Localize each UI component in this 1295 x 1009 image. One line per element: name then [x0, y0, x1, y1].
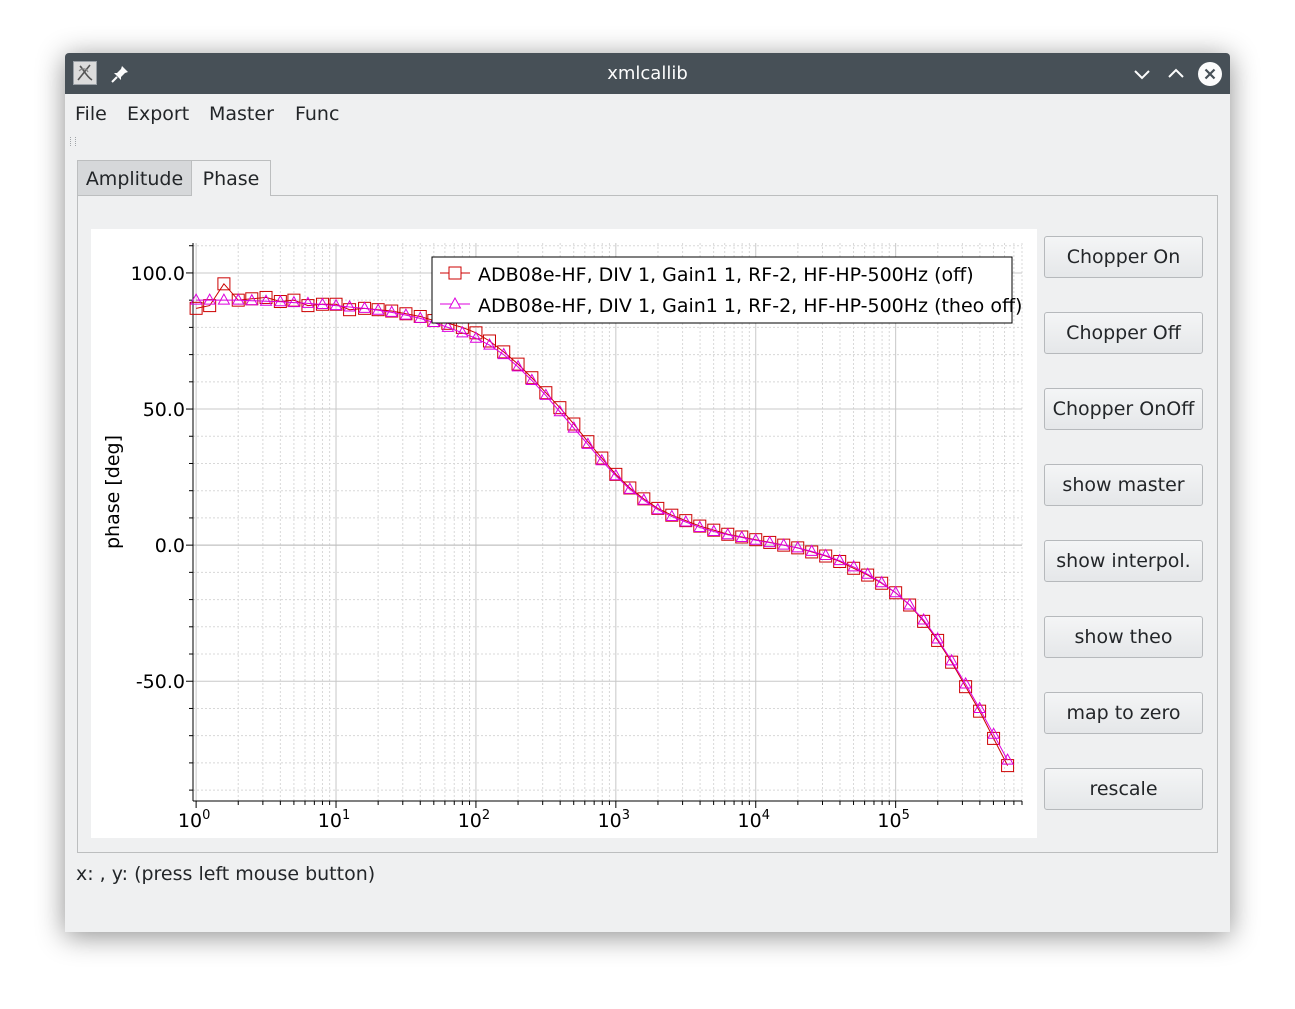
menu-master[interactable]: Master — [209, 94, 274, 134]
y-tick-label: 100.0 — [131, 263, 185, 285]
app-window: xmlcallib File Export Master Func Amplit… — [65, 53, 1230, 932]
phase-plot[interactable]: 100 101 102 103 104 105 100.0 50.0 0.0 -50.0 phas… — [91, 229, 1037, 838]
data-point-triangle — [245, 293, 259, 306]
x-tick-base: 10 — [458, 810, 482, 832]
x-tick-label: 105 — [877, 808, 909, 832]
x-tick-exponent: 5 — [902, 808, 910, 823]
data-point-triangle — [525, 373, 539, 385]
y-tick-label: 0.0 — [155, 535, 185, 557]
menu-bar: File Export Master Func — [65, 94, 1230, 134]
chart-grid — [193, 243, 1023, 801]
rescale-button[interactable]: rescale — [1044, 768, 1203, 810]
y-tick-label: 50.0 — [143, 399, 185, 421]
y-axis-label: phase [deg] — [102, 435, 124, 549]
chopper-on-button[interactable]: Chopper On — [1044, 236, 1203, 278]
x-tick-exponent: 4 — [762, 808, 770, 823]
x-tick-exponent: 1 — [342, 808, 350, 823]
data-point-triangle — [497, 347, 511, 360]
x-tick-base: 10 — [738, 810, 762, 832]
close-button[interactable] — [1197, 61, 1223, 87]
data-point-triangle — [511, 359, 525, 372]
tab-amplitude[interactable]: Amplitude — [77, 160, 192, 195]
minimize-button[interactable] — [1129, 61, 1155, 87]
menu-func[interactable]: Func — [295, 94, 339, 134]
x-tick-base: 10 — [178, 810, 202, 832]
data-point-triangle — [903, 597, 916, 610]
x-tick-exponent: 3 — [622, 808, 630, 823]
data-point-triangle — [217, 293, 231, 305]
maximize-button[interactable] — [1163, 61, 1189, 87]
cursor-status-label: x: , y: (press left mouse button) — [76, 863, 376, 885]
x-tick-base: 10 — [318, 810, 342, 832]
legend-label: ADB08e-HF, DIV 1, Gain1 1, RF-2, HF-HP-5… — [478, 295, 1022, 317]
data-point-triangle — [358, 301, 371, 313]
x-tick-label: 102 — [458, 808, 490, 832]
chart-ticks: 100 101 102 103 104 105100.050.00.0-50.0 — [131, 245, 1023, 832]
window-title: xmlcallib — [607, 63, 688, 84]
show-interpol-button[interactable]: show interpol. — [1044, 540, 1203, 582]
x-tick-label: 103 — [598, 808, 630, 832]
legend-marker-square — [448, 266, 462, 280]
x-tick-label: 101 — [318, 808, 350, 832]
show-theo-button[interactable]: show theo — [1044, 616, 1203, 658]
close-icon — [1198, 62, 1222, 86]
phase-chart[interactable]: 100 101 102 103 104 105100.050.00.0-50.0 phas… — [91, 229, 1037, 838]
tab-phase[interactable]: Phase — [191, 160, 271, 196]
chart-legend: ADB08e-HF, DIV 1, Gain1 1, RF-2, HF-HP-5… — [431, 256, 1022, 324]
x-tick-exponent: 2 — [482, 808, 490, 823]
x-tick-exponent: 0 — [202, 808, 210, 823]
menu-export[interactable]: Export — [127, 94, 189, 134]
title-bar[interactable]: xmlcallib — [65, 53, 1230, 94]
x-tick-base: 10 — [598, 810, 622, 832]
chopper-onoff-button[interactable]: Chopper OnOff — [1044, 388, 1203, 430]
x-tick-label: 104 — [738, 808, 770, 832]
x-tick-label: 100 — [178, 808, 210, 832]
map-to-zero-button[interactable]: map to zero — [1044, 692, 1203, 734]
show-master-button[interactable]: show master — [1044, 464, 1203, 506]
x-tick-base: 10 — [877, 810, 901, 832]
chevron-down-icon — [1134, 70, 1150, 80]
y-tick-label: -50.0 — [136, 671, 185, 693]
toolbar-grip[interactable] — [70, 137, 76, 146]
legend-label: ADB08e-HF, DIV 1, Gain1 1, RF-2, HF-HP-5… — [478, 264, 974, 286]
chopper-off-button[interactable]: Chopper Off — [1044, 312, 1203, 354]
chevron-up-icon — [1168, 68, 1184, 78]
menu-file[interactable]: File — [75, 94, 107, 134]
